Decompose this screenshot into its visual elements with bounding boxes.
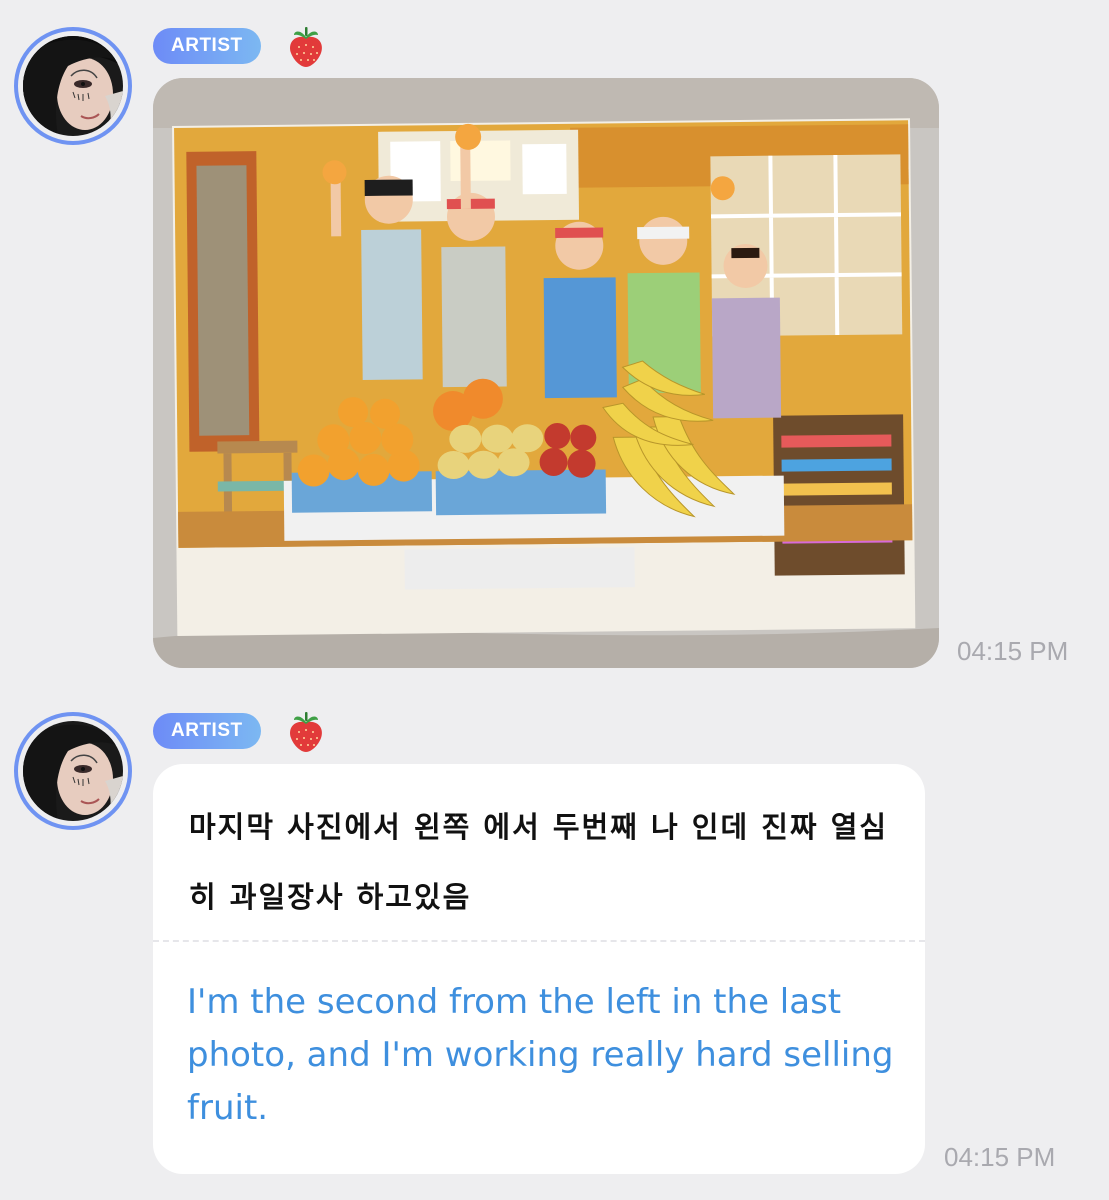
artist-avatar-image: [23, 36, 123, 136]
artist-badge: ARTIST: [153, 713, 261, 749]
message-bubble[interactable]: 마지막 사진에서 왼쪽 에서 두번째 나 인데 진짜 열심히 과일장사 하고있음…: [153, 764, 925, 1174]
photo-attachment[interactable]: [153, 78, 939, 668]
strawberry-icon: [290, 712, 322, 752]
original-message-text: 마지막 사진에서 왼쪽 에서 두번째 나 인데 진짜 열심히 과일장사 하고있음: [189, 810, 889, 914]
translated-message-text: I'm the second from the left in the last…: [187, 982, 894, 1128]
artist-avatar[interactable]: [14, 712, 132, 830]
artist-badge: ARTIST: [153, 28, 261, 64]
photo-image: [153, 78, 939, 668]
artist-avatar[interactable]: [14, 27, 132, 145]
translation-divider: [153, 940, 925, 942]
message-timestamp: 04:15 PM: [944, 1142, 1056, 1172]
message-timestamp: 04:15 PM: [957, 636, 1069, 666]
strawberry-icon: [290, 27, 322, 67]
artist-avatar-image: [23, 721, 123, 821]
